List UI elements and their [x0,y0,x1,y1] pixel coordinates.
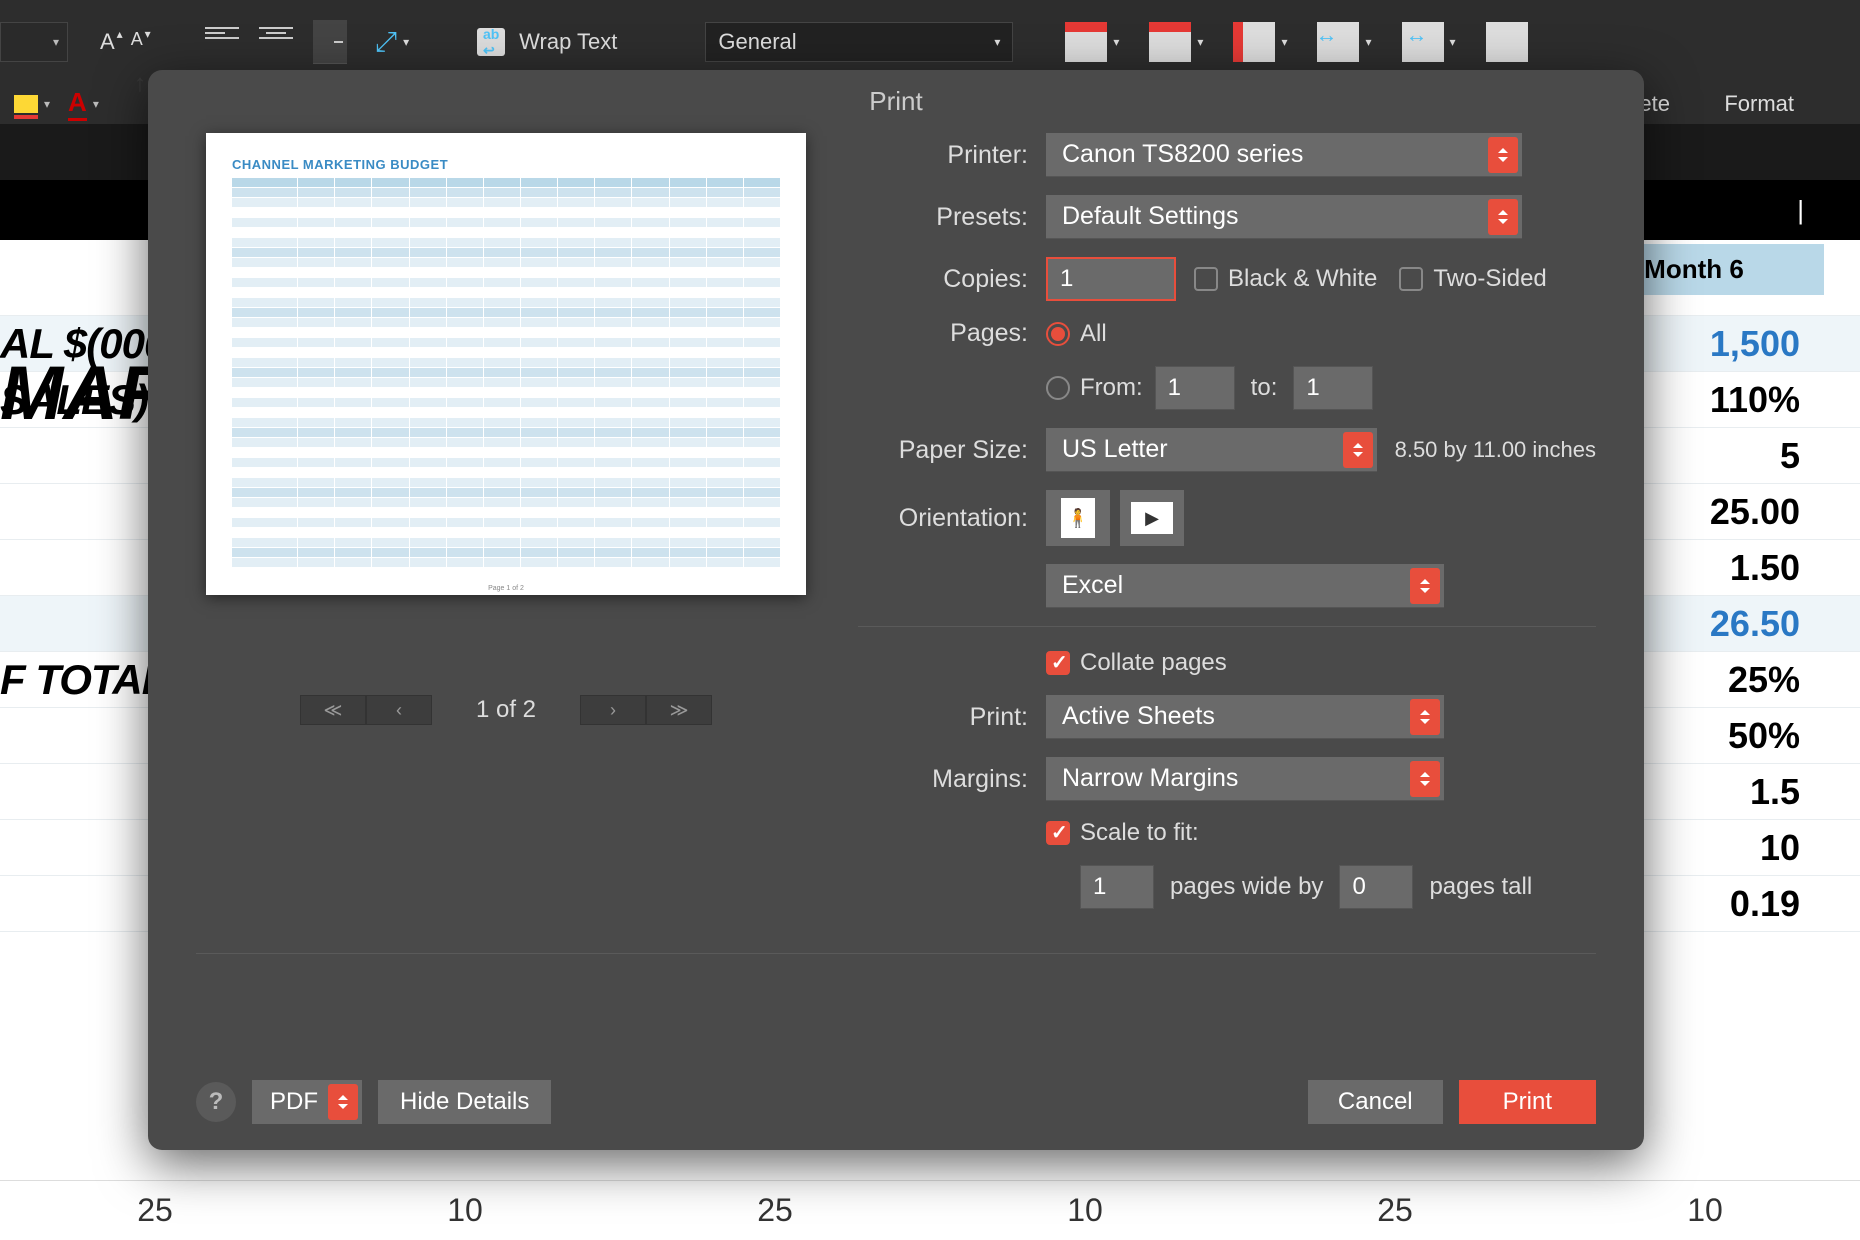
fill-color-dropdown[interactable]: ▾ [14,95,50,113]
orientation-landscape-button[interactable]: ↑▶ [1120,490,1184,546]
paper-size-note: 8.50 by 11.00 inches [1395,437,1596,463]
pages-range-radio[interactable] [1046,376,1070,400]
collate-label: Collate pages [1080,649,1227,677]
margins-label: Margins: [858,765,1028,794]
dialog-title: Print [148,70,1644,133]
from-input[interactable] [1155,366,1235,410]
align-center-icon[interactable] [259,20,293,46]
insert-rows-dropdown[interactable]: ▾ [1149,22,1203,62]
scale-checkbox[interactable] [1046,821,1070,845]
pager-prev-button[interactable]: ‹ [366,695,432,725]
paper-label: Paper Size: [858,436,1028,465]
scale-label: Scale to fit: [1080,819,1199,847]
cancel-button[interactable]: Cancel [1308,1080,1443,1124]
pages-all-radio[interactable] [1046,322,1070,346]
format-grid-icon[interactable] [1486,22,1528,62]
wrap-text-label[interactable]: Wrap Text [519,29,617,55]
hide-details-button[interactable]: Hide Details [378,1080,551,1124]
app-options-select[interactable]: Excel [1046,564,1444,608]
pages-tall-label: pages tall [1429,873,1532,901]
pager-first-button[interactable]: ≪ [300,695,366,725]
pager-next-button[interactable]: › [580,695,646,725]
margins-select[interactable]: Narrow Margins [1046,757,1444,801]
font-size-dropdown[interactable]: ▾ [0,22,68,62]
print-what-label: Print: [858,703,1028,732]
insert-cols-dropdown[interactable]: ▾ [1233,22,1287,62]
presets-label: Presets: [858,203,1028,232]
print-preview: CHANNEL MARKETING BUDGET Page 1 of 2 [206,133,806,595]
orientation-portrait-button[interactable]: ↑🧍 [1046,490,1110,546]
align-right-icon[interactable] [313,20,347,64]
bw-label: Black & White [1228,265,1377,293]
copies-input[interactable] [1046,257,1176,301]
orientation-label: Orientation: [858,504,1028,533]
pages-all-label: All [1080,320,1107,348]
print-button[interactable]: Print [1459,1080,1596,1124]
pages-tall-input[interactable] [1339,865,1413,909]
pages-wide-label: pages wide by [1170,873,1323,901]
copies-label: Copies: [858,265,1028,294]
presets-select[interactable]: Default Settings [1046,195,1522,239]
from-label: From: [1080,374,1143,402]
print-what-select[interactable]: Active Sheets [1046,695,1444,739]
align-left-icon[interactable] [205,20,239,46]
font-color-dropdown[interactable]: A▾ [68,87,99,121]
format-label[interactable]: Format [1724,91,1794,117]
pdf-dropdown[interactable]: PDF [252,1080,362,1124]
to-input[interactable] [1293,366,1373,410]
col-width-dropdown[interactable]: ↔▾ [1317,22,1371,62]
bw-checkbox[interactable] [1194,267,1218,291]
print-dialog: Print CHANNEL MARKETING BUDGET Page 1 of… [148,70,1644,1150]
wrap-text-icon[interactable]: ab↩ [477,28,505,56]
row-height-dropdown[interactable]: ↔▾ [1402,22,1456,62]
pager-last-button[interactable]: ≫ [646,695,712,725]
collate-checkbox[interactable] [1046,651,1070,675]
increase-font-icon[interactable]: A▴ [96,29,119,55]
pages-label: Pages: [858,319,1028,348]
pager-label: 1 of 2 [476,696,536,724]
paper-size-select[interactable]: US Letter [1046,428,1377,472]
twosided-checkbox[interactable] [1399,267,1423,291]
number-format-dropdown[interactable]: General▾ [705,22,1013,62]
bottom-data-row: 251025102510 [0,1180,1860,1240]
decrease-font-icon[interactable]: A▾ [127,29,147,55]
printer-select[interactable]: Canon TS8200 series [1046,133,1522,177]
twosided-label: Two-Sided [1433,265,1546,293]
insert-cells-dropdown[interactable]: ▾ [1065,22,1119,62]
to-label: to: [1251,374,1278,402]
pages-wide-input[interactable] [1080,865,1154,909]
orientation-dropdown[interactable]: ⤢▾ [375,26,409,59]
help-button[interactable]: ? [196,1082,236,1122]
preview-pager: ≪ ‹ 1 of 2 › ≫ [300,695,712,725]
printer-label: Printer: [858,141,1028,170]
